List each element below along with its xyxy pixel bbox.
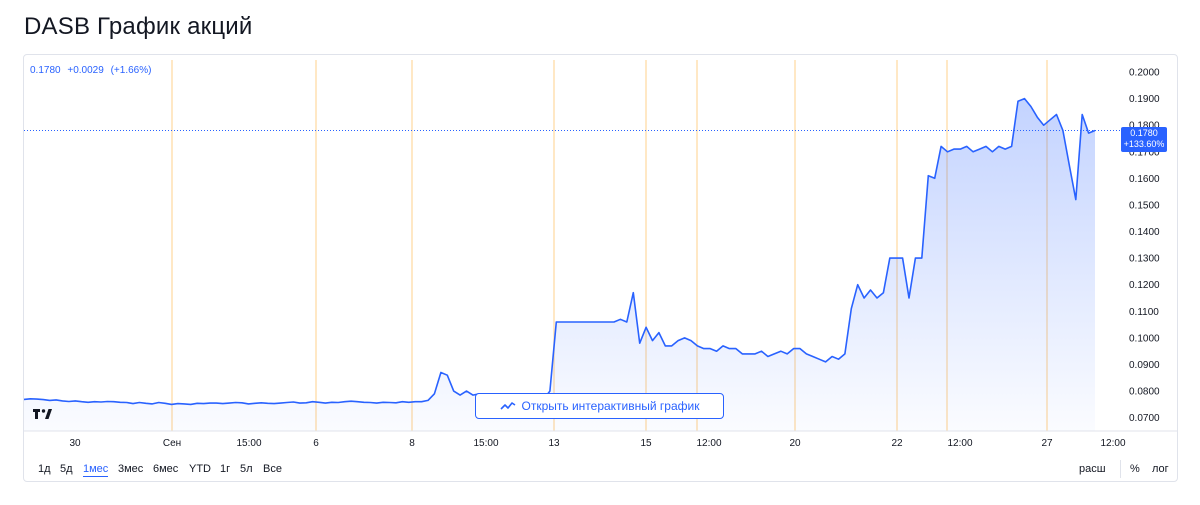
y-tick-label: 0.2000 bbox=[1129, 67, 1160, 78]
x-tick-label: 12:00 bbox=[696, 438, 721, 449]
legend-change-pct: (+1.66%) bbox=[110, 65, 152, 76]
x-tick-label: 20 bbox=[789, 438, 801, 449]
x-tick-label: 27 bbox=[1041, 438, 1053, 449]
range-6m[interactable]: 6мес bbox=[153, 463, 178, 475]
range-ytd[interactable]: YTD bbox=[189, 463, 211, 475]
log-scale-button[interactable]: лог bbox=[1152, 463, 1169, 475]
y-tick-label: 0.0800 bbox=[1129, 387, 1160, 398]
x-tick-label: 22 bbox=[891, 438, 903, 449]
x-tick-label: 8 bbox=[409, 438, 415, 449]
x-tick-label: 30 bbox=[69, 438, 81, 449]
legend-price: 0.1780 bbox=[30, 65, 61, 76]
y-tick-label: 0.0700 bbox=[1129, 413, 1160, 424]
range-5y[interactable]: 5л bbox=[240, 463, 253, 475]
y-tick-label: 0.1100 bbox=[1129, 307, 1159, 318]
x-tick-label: 12:00 bbox=[1100, 438, 1125, 449]
percent-scale-button[interactable]: % bbox=[1130, 463, 1140, 475]
price-area-fill bbox=[24, 98, 1095, 431]
range-1y[interactable]: 1г bbox=[220, 463, 230, 475]
price-legend: 0.1780 +0.0029 (+1.66%) bbox=[30, 65, 155, 76]
y-tick-label: 0.0900 bbox=[1129, 360, 1160, 371]
x-tick-label: 15:00 bbox=[473, 438, 498, 449]
open-interactive-chart-label: Открыть интерактивный график bbox=[521, 399, 700, 413]
extended-hours-button[interactable]: расш bbox=[1079, 463, 1106, 475]
range-1d[interactable]: 1д bbox=[38, 463, 51, 475]
range-all[interactable]: Все bbox=[263, 463, 282, 475]
last-price-change: +133.60% bbox=[1123, 139, 1165, 149]
line-chart-icon bbox=[499, 401, 516, 411]
range-5d[interactable]: 5д bbox=[60, 463, 73, 475]
time-axis: 30 Сен 15:00 6 8 15:00 13 15 12:00 20 22 12:00 27 12:… bbox=[69, 438, 1126, 449]
x-tick-label: 15 bbox=[640, 438, 652, 449]
x-tick-label: Сен bbox=[163, 438, 181, 449]
price-axis: 0.20000.19000.18000.17000.16000.15000.14… bbox=[1129, 67, 1160, 424]
y-tick-label: 0.1400 bbox=[1129, 227, 1160, 238]
y-tick-label: 0.1900 bbox=[1129, 94, 1160, 105]
x-tick-label: 15:00 bbox=[236, 438, 261, 449]
legend-change: +0.0029 bbox=[67, 65, 104, 76]
last-price-value: 0.1780 bbox=[1130, 128, 1158, 138]
tradingview-logo-icon[interactable] bbox=[33, 407, 53, 421]
y-tick-label: 0.1300 bbox=[1129, 254, 1160, 265]
toolbar-divider bbox=[1120, 460, 1121, 478]
y-tick-label: 0.1600 bbox=[1129, 174, 1160, 185]
y-tick-label: 0.1200 bbox=[1129, 280, 1160, 291]
range-toolbar: 1д 5д 1мес 3мес 6мес YTD 1г 5л Все расш … bbox=[24, 458, 1174, 480]
y-tick-label: 0.1000 bbox=[1129, 333, 1160, 344]
price-chart[interactable]: 0.20000.19000.18000.17000.16000.15000.14… bbox=[0, 0, 1200, 505]
x-tick-label: 6 bbox=[313, 438, 319, 449]
x-tick-label: 12:00 bbox=[947, 438, 972, 449]
y-tick-label: 0.1500 bbox=[1129, 200, 1160, 211]
range-1m[interactable]: 1мес bbox=[83, 463, 109, 477]
last-price-tag: 0.1780 +133.60% bbox=[1121, 127, 1167, 152]
open-interactive-chart-button[interactable]: Открыть интерактивный график bbox=[475, 393, 724, 419]
range-3m[interactable]: 3мес bbox=[118, 463, 143, 475]
x-tick-label: 13 bbox=[548, 438, 560, 449]
